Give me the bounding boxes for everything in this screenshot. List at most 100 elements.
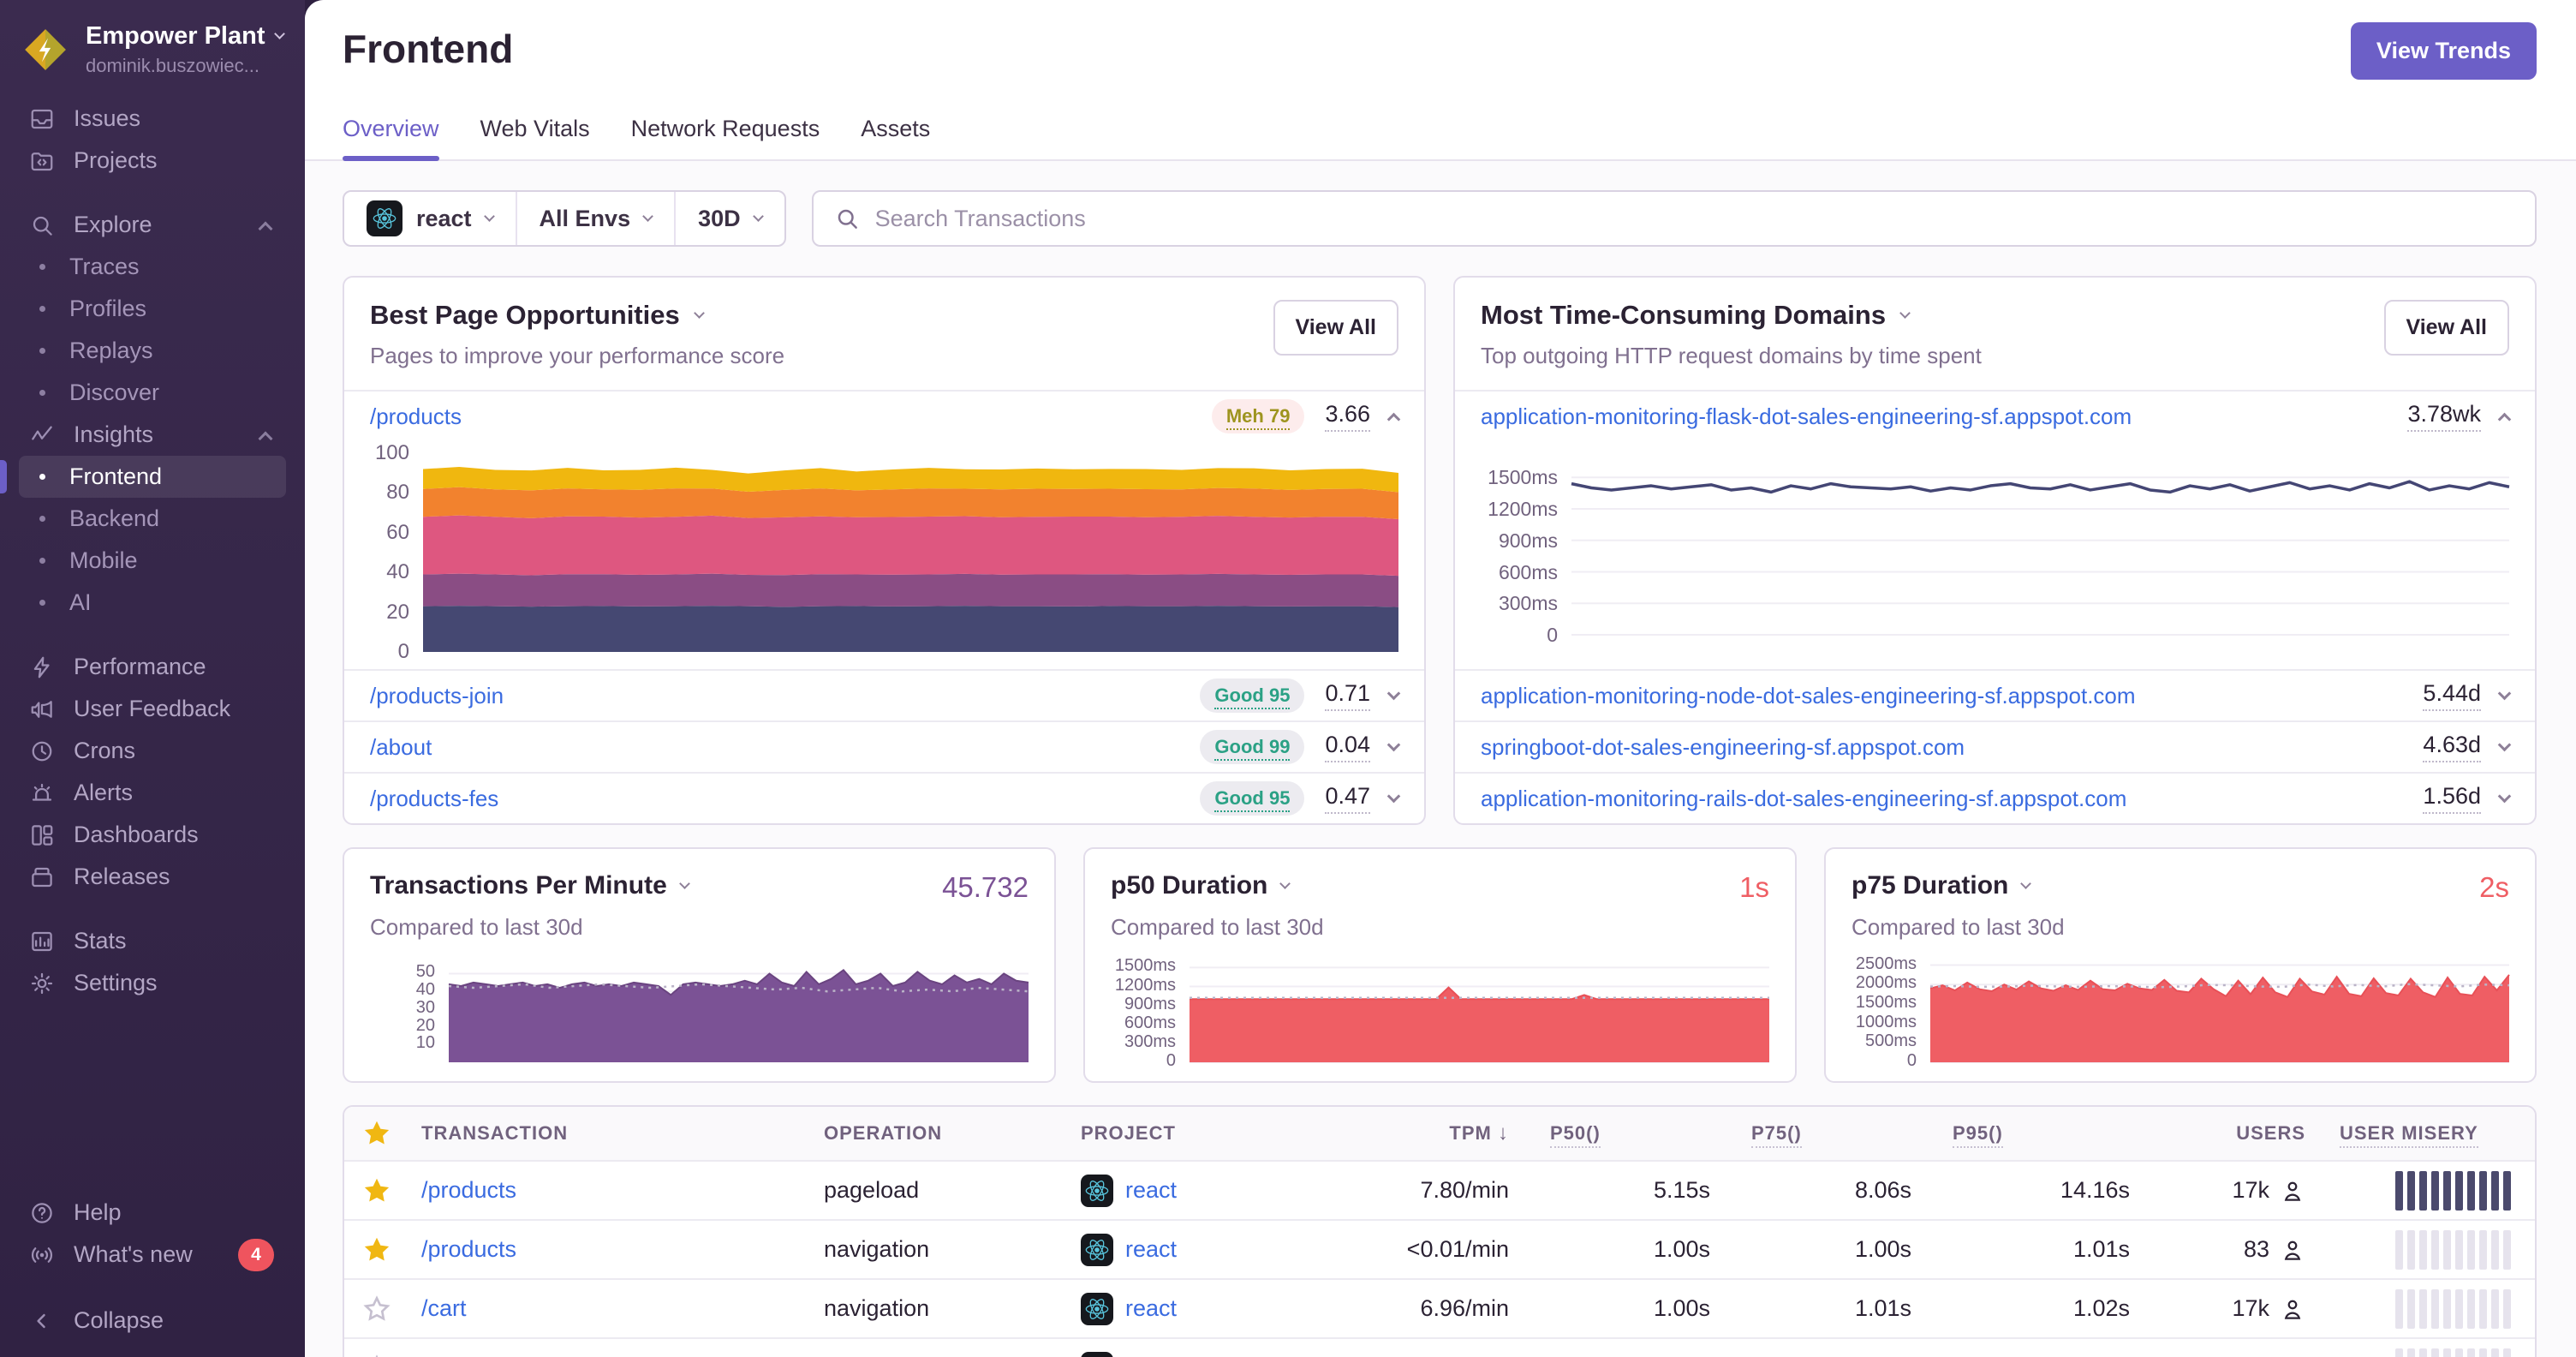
project-link[interactable]: react xyxy=(1125,1295,1177,1322)
col-operation[interactable]: Operation xyxy=(824,1122,1081,1145)
project-filter[interactable]: react xyxy=(344,192,516,245)
page-body: react All Envs 30D Search Transactions B… xyxy=(305,161,2576,1357)
transaction-link[interactable]: /cart xyxy=(421,1295,824,1322)
project-cell: react xyxy=(1081,1174,1338,1207)
col-tpm[interactable]: TPM ↓ xyxy=(1338,1121,1509,1145)
tab-web-vitals[interactable]: Web Vitals xyxy=(480,116,590,159)
sidebar-item-dashboards[interactable]: Dashboards xyxy=(19,814,286,856)
sidebar-item-crons[interactable]: Crons xyxy=(19,730,286,772)
page-link[interactable]: /products xyxy=(370,404,462,430)
transaction-link[interactable]: /products xyxy=(421,1177,824,1204)
sidebar-item-stats[interactable]: Stats xyxy=(19,920,286,962)
chevron-down-icon xyxy=(483,210,495,222)
sidebar-item-label: User Feedback xyxy=(74,696,231,721)
page-row-products-fes: /products-fes Good 95 0.47 xyxy=(344,772,1424,823)
sidebar-item-replays[interactable]: Replays xyxy=(19,330,286,372)
sidebar-item-ai[interactable]: AI xyxy=(19,582,286,624)
star-icon[interactable] xyxy=(361,1175,392,1206)
chevron-down-icon xyxy=(1279,877,1291,889)
page-link[interactable]: /about xyxy=(370,734,432,761)
sidebar-item-backend[interactable]: Backend xyxy=(19,498,286,540)
col-users[interactable]: Users xyxy=(2130,1122,2305,1145)
bullet-icon xyxy=(39,306,45,312)
sidebar-collapse-button[interactable]: Collapse xyxy=(19,1300,286,1342)
col-p95[interactable]: P95() xyxy=(1911,1122,2130,1148)
org-switcher[interactable]: Empower Plant dominik.buszowiec... xyxy=(0,17,305,98)
sidebar-item-issues[interactable]: Issues xyxy=(19,98,286,140)
best-page-opportunities-panel: Best Page Opportunities Pages to improve… xyxy=(343,276,1426,825)
chevron-down-icon[interactable] xyxy=(1386,686,1401,700)
sidebar-item-performance[interactable]: Performance xyxy=(19,646,286,688)
domains-view-all-button[interactable]: View All xyxy=(2383,300,2509,356)
tpm-title-dropdown[interactable]: Transactions Per Minute xyxy=(370,871,690,900)
sidebar-item-settings[interactable]: Settings xyxy=(19,962,286,1004)
page-title: Frontend xyxy=(343,27,514,71)
sidebar-group-insights[interactable]: Insights xyxy=(19,414,286,456)
date-filter[interactable]: 30D xyxy=(674,192,784,245)
domains-panel-title-dropdown[interactable]: Most Time-Consuming Domains xyxy=(1481,300,1982,331)
sidebar-item-releases[interactable]: Releases xyxy=(19,856,286,898)
sidebar-item-user-feedback[interactable]: User Feedback xyxy=(19,688,286,730)
sidebar-item-frontend[interactable]: Frontend xyxy=(0,456,286,498)
sidebar-item-projects[interactable]: Projects xyxy=(19,140,286,182)
tab-assets[interactable]: Assets xyxy=(861,116,930,159)
sidebar-item-label: Traces xyxy=(69,254,140,279)
p75-metric-card: p75 Duration 2s Compared to last 30d 250… xyxy=(1824,847,2537,1083)
view-trends-button[interactable]: View Trends xyxy=(2350,22,2537,80)
project-cell: react xyxy=(1081,1292,1338,1325)
star-icon[interactable] xyxy=(361,1118,392,1149)
sidebar-item-whats-new[interactable]: What's new 4 xyxy=(19,1234,286,1276)
sidebar-item-profiles[interactable]: Profiles xyxy=(19,288,286,330)
project-link[interactable]: react xyxy=(1125,1236,1177,1263)
env-filter[interactable]: All Envs xyxy=(515,192,675,245)
sidebar-item-label: Performance xyxy=(74,654,206,679)
tab-network-requests[interactable]: Network Requests xyxy=(631,116,820,159)
bullet-icon xyxy=(39,516,45,522)
p75-title-dropdown[interactable]: p75 Duration xyxy=(1852,871,2032,900)
search-input[interactable] xyxy=(874,205,2514,232)
chevron-down-icon[interactable] xyxy=(2497,738,2512,751)
page-row-about: /about Good 99 0.04 xyxy=(344,720,1424,772)
chevron-down-icon[interactable] xyxy=(1386,738,1401,751)
operation-cell: navigation xyxy=(824,1295,930,1321)
chevron-down-icon[interactable] xyxy=(1386,789,1401,803)
page-link[interactable]: /products-fes xyxy=(370,786,498,812)
chevron-down-icon[interactable] xyxy=(2497,686,2512,700)
domain-row-springboot: springboot-dot-sales-engineering-sf.apps… xyxy=(1455,720,2535,772)
col-p75[interactable]: P75() xyxy=(1710,1122,1911,1148)
pages-panel-title-dropdown[interactable]: Best Page Opportunities xyxy=(370,300,784,331)
domain-link[interactable]: springboot-dot-sales-engineering-sf.apps… xyxy=(1481,734,1965,761)
project-link[interactable]: react xyxy=(1125,1177,1177,1204)
domain-link[interactable]: application-monitoring-rails-dot-sales-e… xyxy=(1481,786,2126,812)
star-icon[interactable] xyxy=(361,1353,392,1357)
col-project[interactable]: Project xyxy=(1081,1122,1338,1145)
sidebar-item-alerts[interactable]: Alerts xyxy=(19,772,286,814)
page-filter-group: react All Envs 30D xyxy=(343,190,786,247)
col-user-misery[interactable]: User Misery xyxy=(2305,1122,2511,1148)
chevron-down-icon[interactable] xyxy=(2497,789,2512,803)
chevron-up-icon[interactable] xyxy=(1386,412,1401,426)
domain-link[interactable]: application-monitoring-node-dot-sales-en… xyxy=(1481,683,2136,709)
star-icon[interactable] xyxy=(361,1234,392,1265)
sidebar-item-discover[interactable]: Discover xyxy=(19,372,286,414)
chevron-down-icon xyxy=(752,210,764,222)
transaction-link[interactable]: /products xyxy=(421,1236,824,1263)
col-p50[interactable]: P50() xyxy=(1509,1122,1710,1148)
sidebar-item-mobile[interactable]: Mobile xyxy=(19,540,286,582)
page-link[interactable]: /products-join xyxy=(370,683,504,709)
chevron-up-icon[interactable] xyxy=(2497,412,2512,426)
tab-overview[interactable]: Overview xyxy=(343,116,439,161)
sidebar-item-help[interactable]: Help xyxy=(19,1192,286,1234)
sidebar-item-label: Stats xyxy=(74,928,127,953)
domain-link[interactable]: application-monitoring-flask-dot-sales-e… xyxy=(1481,404,2132,430)
clock-icon xyxy=(27,738,57,764)
star-icon[interactable] xyxy=(361,1294,392,1324)
col-transaction[interactable]: Transaction xyxy=(421,1122,824,1145)
sidebar-nav: Issues Projects Explore Traces Profiles … xyxy=(0,98,305,1004)
sidebar-group-explore[interactable]: Explore xyxy=(19,204,286,246)
sidebar-item-traces[interactable]: Traces xyxy=(19,246,286,288)
pages-view-all-button[interactable]: View All xyxy=(1273,300,1398,356)
p95-cell: 1.02s xyxy=(2072,1295,2130,1321)
p50-title-dropdown[interactable]: p50 Duration xyxy=(1111,871,1291,900)
p95-cell: 1.01s xyxy=(2072,1236,2130,1262)
